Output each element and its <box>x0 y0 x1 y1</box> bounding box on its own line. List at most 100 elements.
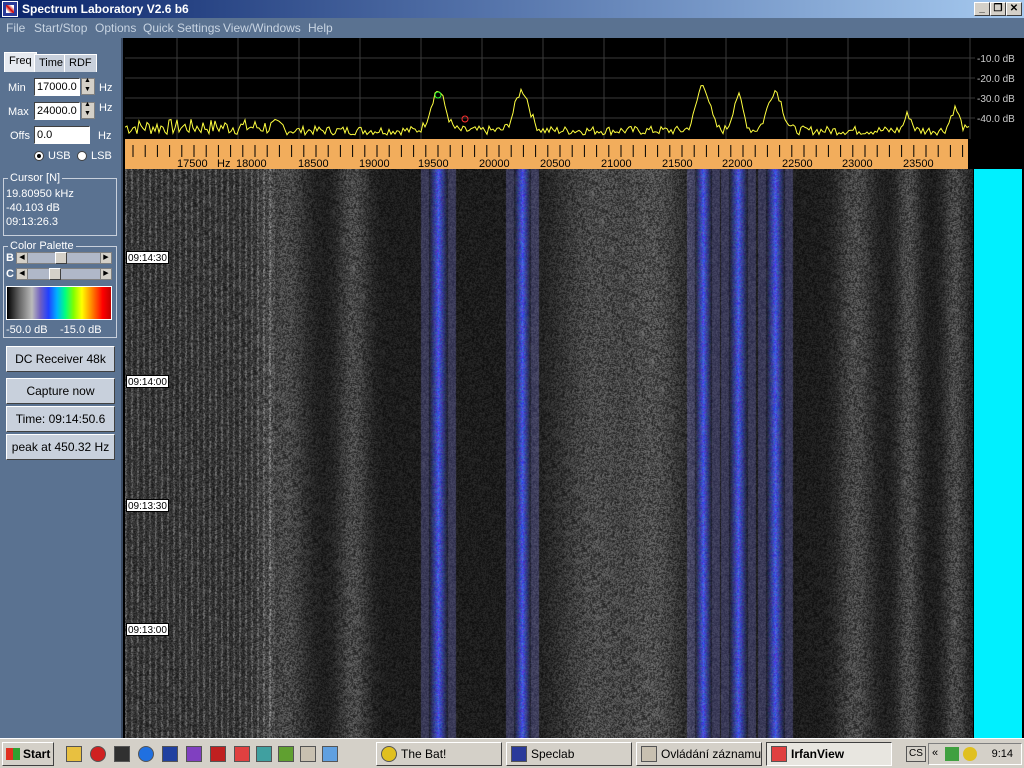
brightness-right-arrow-icon[interactable]: ▶ <box>100 252 112 264</box>
quicklaunch-app-icon[interactable] <box>322 746 338 762</box>
spectrum-graph[interactable]: -10.0 dB -20.0 dB -30.0 dB -40.0 dB <box>125 38 1024 139</box>
palette-min-db: -50.0 dB <box>6 324 48 336</box>
palette-max-db: -15.0 dB <box>60 324 102 336</box>
freq-label: 19000 <box>359 158 390 169</box>
min-unit: Hz <box>99 82 113 94</box>
quicklaunch-app-icon[interactable] <box>278 746 294 762</box>
menu-help[interactable]: Help <box>308 21 333 35</box>
frequency-axis-margin <box>968 139 1024 169</box>
max-unit: Hz <box>99 102 113 114</box>
contrast-label: C <box>6 268 14 280</box>
volume-control-icon <box>641 746 657 762</box>
waterfall-timestamp: 09:13:30 <box>126 499 169 512</box>
waterfall-level-bar <box>974 169 1022 738</box>
freq-label: 18000 <box>236 158 267 169</box>
contrast-slider[interactable]: ◀ ▶ <box>16 268 112 280</box>
dc-receiver-button[interactable]: DC Receiver 48k <box>6 346 115 372</box>
contrast-left-arrow-icon[interactable]: ◀ <box>16 268 28 280</box>
waterfall-canvas[interactable] <box>125 169 973 738</box>
language-indicator[interactable]: CS <box>906 746 926 762</box>
floppy-icon[interactable] <box>162 746 178 762</box>
cursor-frequency: 19.80950 kHz <box>6 188 74 200</box>
freq-label: 21500 <box>662 158 693 169</box>
time-button[interactable]: Time: 09:14:50.6 <box>6 406 115 432</box>
db-label: -20.0 dB <box>977 74 1015 85</box>
opera-icon[interactable] <box>90 746 106 762</box>
taskbar: Start The Bat! Speclab Ovládání záznamu … <box>0 738 1024 768</box>
clock[interactable]: 9:14 <box>992 748 1013 760</box>
task-label: The Bat! <box>401 747 447 761</box>
menu-bar: File Start/Stop Options Quick Settings V… <box>0 18 1024 38</box>
brightness-left-arrow-icon[interactable]: ◀ <box>16 252 28 264</box>
irfanview-icon[interactable] <box>234 746 250 762</box>
lsb-radio[interactable] <box>77 151 87 161</box>
freq-label: 22000 <box>722 158 753 169</box>
tab-time[interactable]: Time <box>34 54 69 72</box>
irfanview-icon <box>771 746 787 762</box>
spectrum-trace <box>125 84 970 137</box>
control-panel: Freq Time RDF Min 17000.0 Hz Max 24000.0… <box>0 38 123 738</box>
brightness-thumb[interactable] <box>55 252 67 264</box>
internet-explorer-icon[interactable] <box>138 746 154 762</box>
speclab-icon <box>511 746 527 762</box>
task-label: IrfanView <box>791 747 845 761</box>
tab-freq[interactable]: Freq <box>4 52 37 72</box>
window-title: Spectrum Laboratory V2.6 b6 <box>22 2 189 16</box>
waterfall-timestamp: 09:14:00 <box>126 375 169 388</box>
menu-view-windows[interactable]: View/Windows <box>223 21 301 35</box>
quicklaunch-app-icon[interactable] <box>66 746 82 762</box>
task-ovladani-zaznamu[interactable]: Ovládání záznamu <box>636 742 762 766</box>
color-palette-bar[interactable] <box>6 286 112 320</box>
tab-rdf[interactable]: RDF <box>64 54 97 72</box>
minimize-button[interactable]: _ <box>974 2 990 16</box>
menu-start-stop[interactable]: Start/Stop <box>34 21 87 35</box>
start-button[interactable]: Start <box>2 742 54 766</box>
capture-now-button[interactable]: Capture now <box>6 378 115 404</box>
tray-expand-icon[interactable]: « <box>932 747 938 759</box>
menu-options[interactable]: Options <box>95 21 136 35</box>
freq-label: 20000 <box>479 158 510 169</box>
quicklaunch-app-icon[interactable] <box>210 746 226 762</box>
brightness-slider[interactable]: ◀ ▶ <box>16 252 112 264</box>
max-label: Max <box>8 106 29 118</box>
contrast-right-arrow-icon[interactable]: ▶ <box>100 268 112 280</box>
lsb-label: LSB <box>91 150 112 162</box>
task-the-bat[interactable]: The Bat! <box>376 742 502 766</box>
quicklaunch-app-icon[interactable] <box>186 746 202 762</box>
offset-input[interactable]: 0.0 <box>34 126 90 144</box>
menu-file[interactable]: File <box>6 21 25 35</box>
freq-label: 17500 <box>177 158 208 169</box>
max-freq-input[interactable]: 24000.0 <box>34 102 80 120</box>
usb-label: USB <box>48 150 71 162</box>
min-freq-spinner[interactable] <box>81 77 95 95</box>
min-freq-input[interactable]: 17000.0 <box>34 78 80 96</box>
db-label: -10.0 dB <box>977 54 1015 65</box>
freq-label: 19500 <box>418 158 449 169</box>
peak-button[interactable]: peak at 450.32 Hz <box>6 434 115 460</box>
freq-label: 22500 <box>782 158 813 169</box>
db-label: -30.0 dB <box>977 94 1015 105</box>
waterfall-display[interactable] <box>125 169 973 738</box>
app-icon[interactable] <box>2 1 18 17</box>
quicklaunch-app-icon[interactable] <box>114 746 130 762</box>
tray-network-icon[interactable] <box>945 747 959 761</box>
task-irfanview[interactable]: IrfanView <box>766 742 892 766</box>
frequency-axis: 17500 Hz 18000 18500 19000 19500 20000 2… <box>125 139 968 169</box>
quicklaunch-app-icon[interactable] <box>300 746 316 762</box>
maximize-button[interactable]: ❐ <box>990 2 1006 16</box>
cursor-title: Cursor [N] <box>8 172 63 184</box>
quicklaunch-app-icon[interactable] <box>256 746 272 762</box>
frequency-ticks <box>132 145 964 157</box>
cursor-time: 09:13:26.3 <box>6 216 58 228</box>
peak-marker-icon <box>434 91 442 99</box>
usb-radio[interactable] <box>34 151 44 161</box>
contrast-thumb[interactable] <box>49 268 61 280</box>
close-button[interactable]: ✕ <box>1006 2 1022 16</box>
tray-app-icon[interactable] <box>963 747 977 761</box>
task-speclab[interactable]: Speclab <box>506 742 632 766</box>
freq-label: 20500 <box>540 158 571 169</box>
color-palette-title: Color Palette <box>8 240 76 252</box>
menu-quick-settings[interactable]: Quick Settings <box>143 21 220 35</box>
max-freq-spinner[interactable] <box>81 101 95 119</box>
freq-unit: Hz <box>217 158 230 169</box>
